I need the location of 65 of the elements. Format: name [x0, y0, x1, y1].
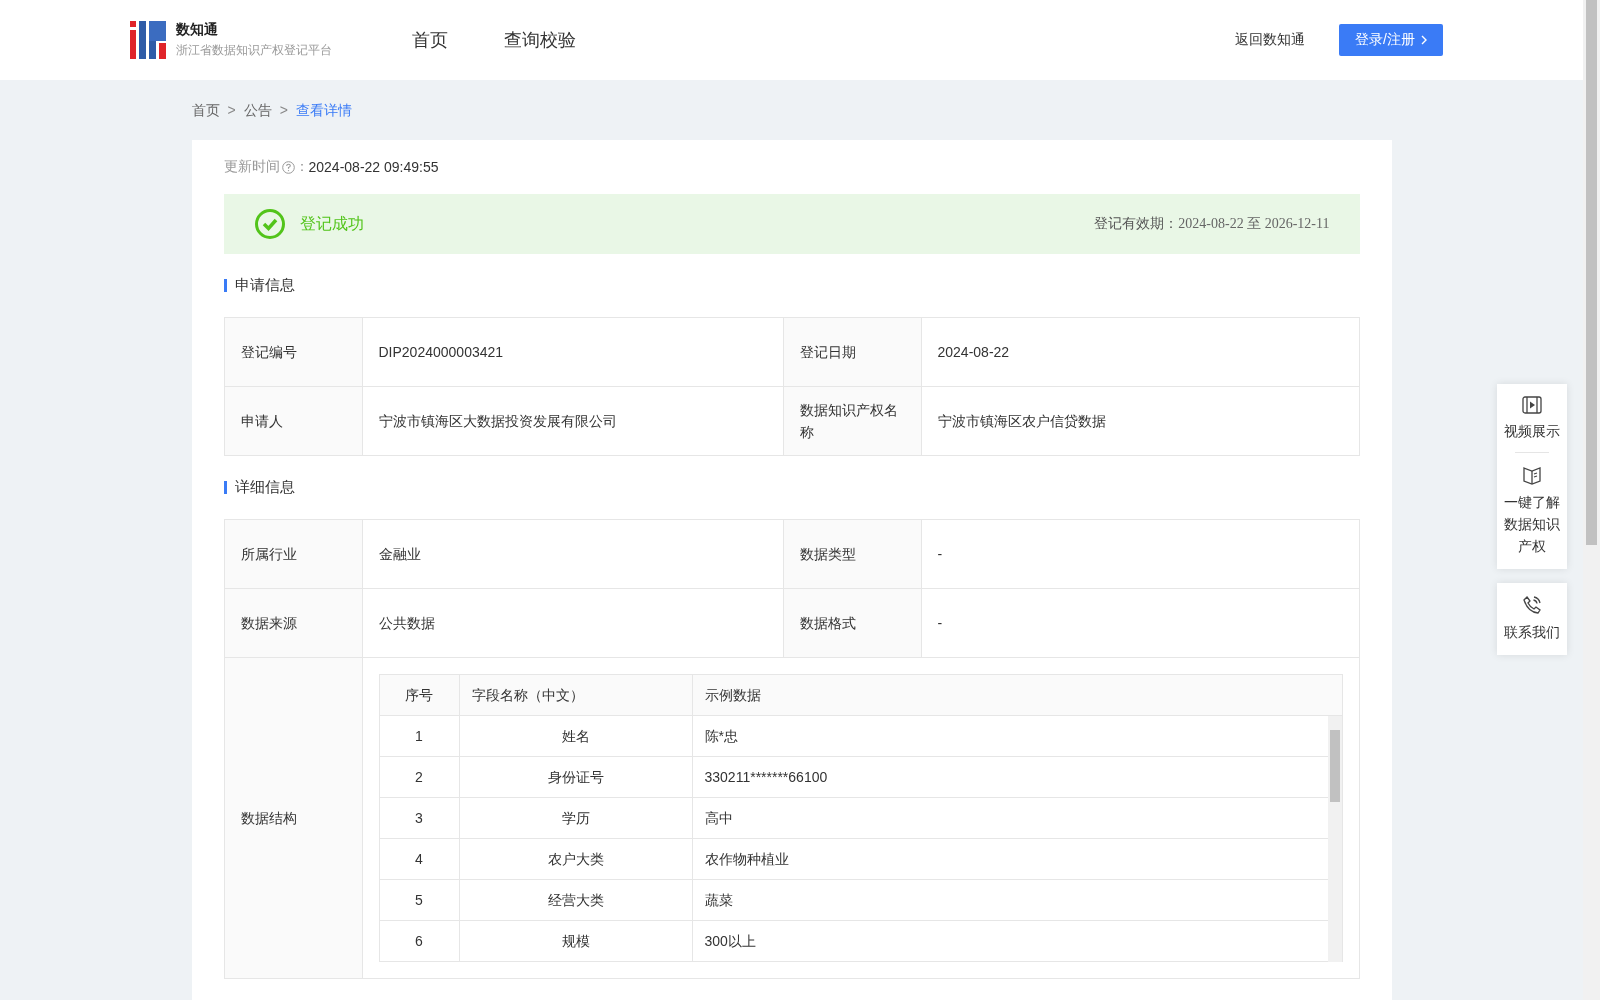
field-value: DIP2024000003421 — [362, 317, 783, 387]
field-value: 2024-08-22 — [921, 317, 1359, 387]
update-label: 更新时间 — [223, 158, 280, 176]
side-link[interactable]: 视频展示 — [1503, 396, 1561, 442]
field-value: - — [921, 519, 1359, 589]
nav-link[interactable]: 首页 — [412, 28, 448, 52]
nav-link[interactable]: 查询校验 — [504, 28, 576, 52]
field-value: 公共数据 — [362, 588, 783, 658]
section-title: 申请信息 — [234, 276, 295, 295]
column-header: 字段名称（中文） — [459, 674, 692, 716]
login-button[interactable]: 登录/注册 — [1339, 24, 1443, 56]
status-text: 登记成功 — [299, 213, 365, 234]
scrollbar[interactable] — [1327, 716, 1342, 962]
breadcrumb-separator: > — [279, 102, 288, 120]
field-label: 数据结构 — [224, 657, 362, 979]
table-cell: 6 — [379, 920, 459, 962]
colon: ： — [294, 158, 309, 176]
breadcrumb-link[interactable]: 公告 — [243, 102, 272, 120]
back-link[interactable]: 返回数知通 — [1235, 31, 1306, 49]
validity-period: 2024-08-22 至 2026-12-11 — [1178, 215, 1330, 233]
table-cell: 姓名 — [459, 715, 692, 757]
logo-icon — [130, 21, 166, 59]
logo-subtitle: 浙江省数据知识产权登记平台 — [176, 42, 332, 59]
update-time: 2024-08-22 09:49:55 — [308, 159, 439, 175]
logo-title: 数知通 — [176, 21, 219, 39]
table-cell: 农户大类 — [459, 838, 692, 880]
chevron-icon — [1421, 35, 1427, 45]
field-value: 宁波市镇海区大数据投资发展有限公司 — [362, 386, 783, 456]
field-value: 金融业 — [362, 519, 783, 589]
side-link[interactable]: 联系我们 — [1503, 595, 1561, 643]
section-marker — [223, 481, 227, 494]
table-cell: 2 — [379, 756, 459, 798]
table-cell: 规模 — [459, 920, 692, 962]
film-icon — [1522, 396, 1542, 414]
phone-icon — [1522, 595, 1542, 615]
field-label: 数据知识产权名称 — [783, 386, 921, 456]
table-cell: 5 — [379, 879, 459, 921]
field-value: 宁波市镇海区农户信贷数据 — [921, 386, 1359, 456]
field-label: 申请人 — [224, 386, 362, 456]
page-scrollbar[interactable] — [1583, 0, 1600, 1000]
table-cell: 3 — [379, 797, 459, 839]
column-header: 示例数据 — [692, 674, 1342, 716]
column-header: 序号 — [379, 674, 459, 716]
table-cell: 经营大类 — [459, 879, 692, 921]
section-title: 详细信息 — [234, 478, 295, 497]
field-label: 登记编号 — [224, 317, 362, 387]
table-cell: 1 — [379, 715, 459, 757]
breadcrumb-link[interactable]: 查看详情 — [295, 102, 352, 120]
breadcrumb-link[interactable]: 首页 — [191, 102, 220, 120]
field-label: 数据格式 — [783, 588, 921, 658]
check-circle-icon — [253, 208, 286, 240]
table-cell: 身份证号 — [459, 756, 692, 798]
table-cell: 4 — [379, 838, 459, 880]
field-label: 数据来源 — [224, 588, 362, 658]
field-label: 登记日期 — [783, 317, 921, 387]
help-icon — [281, 160, 295, 174]
side-link[interactable]: 一键了解数据知识产权 — [1503, 465, 1561, 557]
book-icon — [1522, 465, 1542, 485]
section-marker — [223, 279, 227, 292]
field-label: 所属行业 — [224, 519, 362, 589]
validity-label: 登记有效期： — [1094, 215, 1179, 233]
field-label: 数据类型 — [783, 519, 921, 589]
field-value: - — [921, 588, 1359, 658]
table-cell: 学历 — [459, 797, 692, 839]
breadcrumb-separator: > — [227, 102, 236, 120]
